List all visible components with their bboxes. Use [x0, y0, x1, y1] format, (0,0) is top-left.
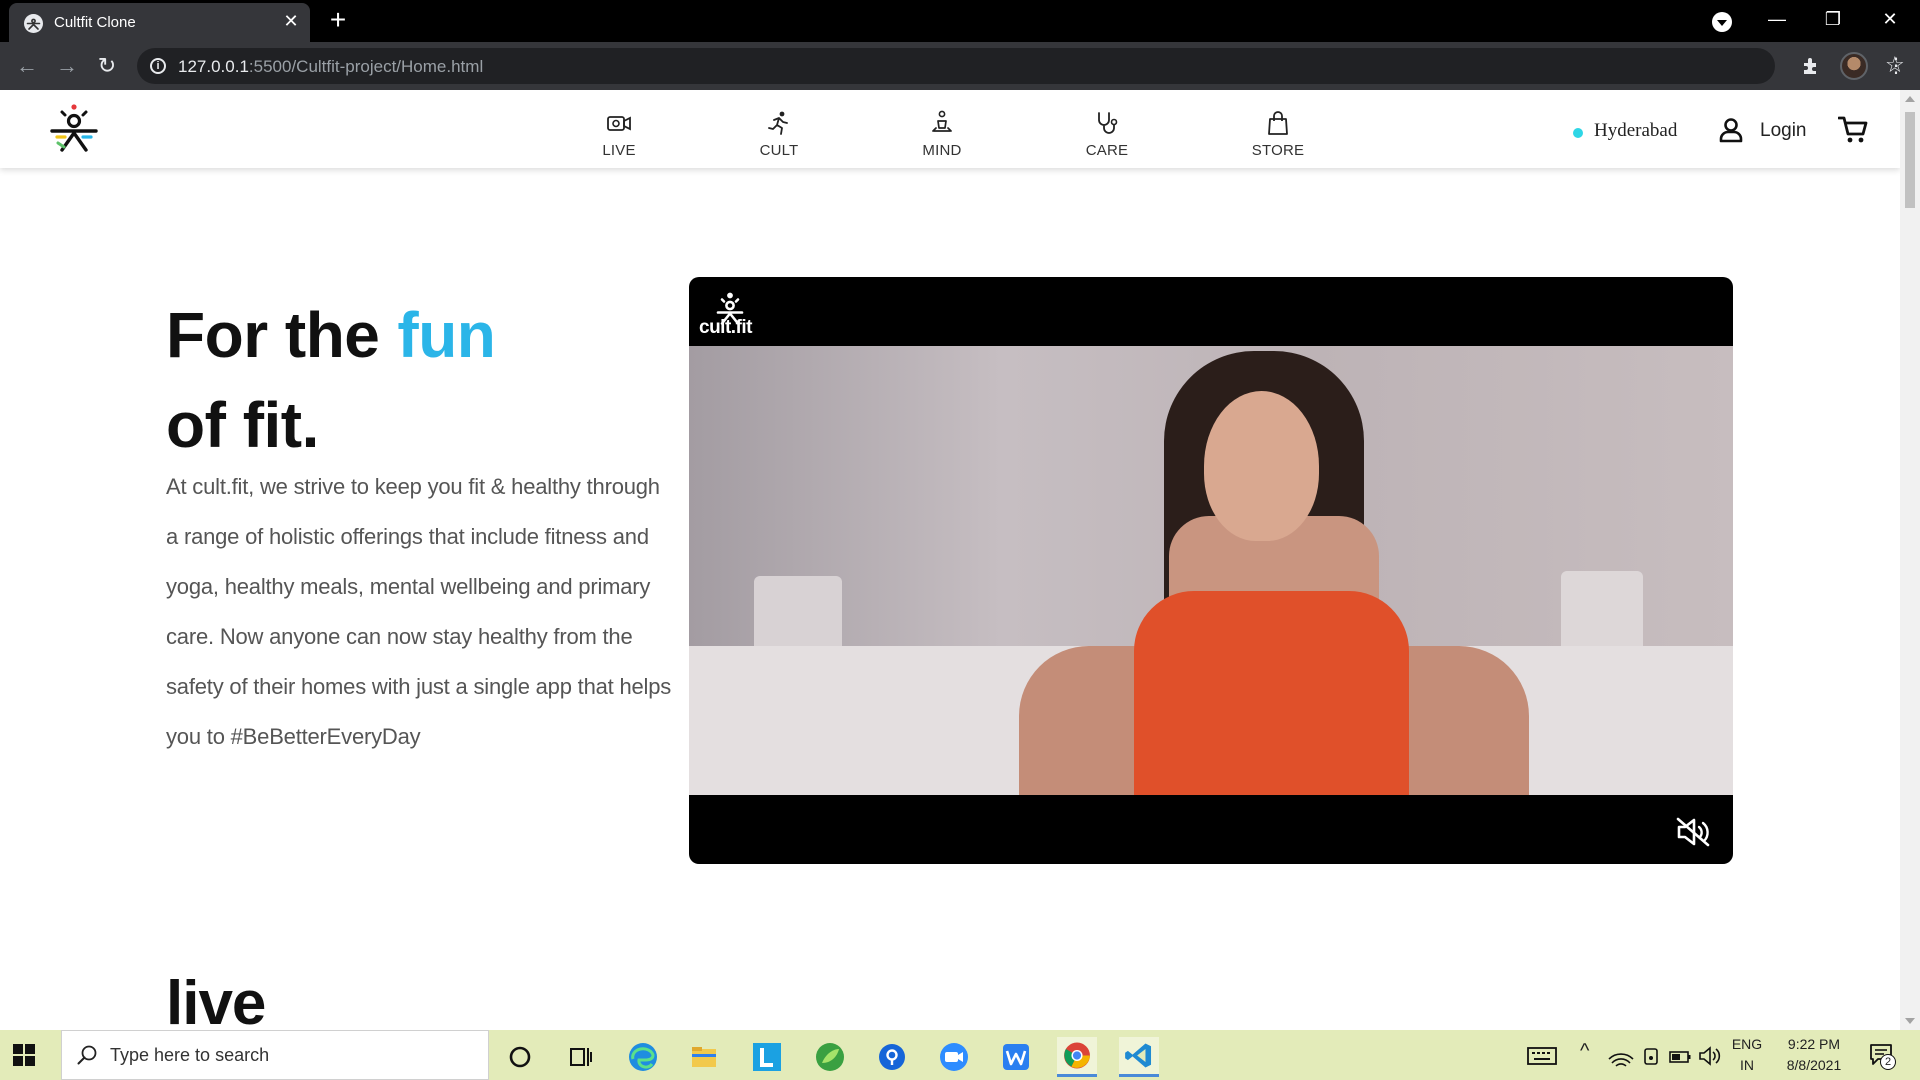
- hero-title-line2: of fit.: [166, 389, 319, 461]
- page-content: LIVE CULT MIND CARE STORE Hyderabad Logi…: [0, 90, 1900, 1030]
- cart-icon[interactable]: [1838, 116, 1868, 144]
- nav-care[interactable]: CARE: [1062, 110, 1152, 159]
- site-header: LIVE CULT MIND CARE STORE Hyderabad Logi…: [0, 90, 1900, 168]
- reload-icon[interactable]: ↻: [93, 52, 121, 80]
- url-text: 127.0.0.1:5500/Cultfit-project/Home.html: [178, 57, 484, 76]
- muted-speaker-icon[interactable]: [1675, 816, 1711, 848]
- browser-tab[interactable]: Cultfit Clone ✕: [9, 3, 310, 42]
- live-section-title: live: [166, 969, 266, 1030]
- l-app-icon[interactable]: [747, 1037, 787, 1077]
- browser-toolbar: ← → ↻ i 127.0.0.1:5500/Cultfit-project/H…: [0, 42, 1920, 90]
- leaf-app-icon[interactable]: [810, 1037, 850, 1077]
- nav-live[interactable]: LIVE: [574, 110, 664, 159]
- nav-store[interactable]: STORE: [1233, 110, 1323, 159]
- zoom-app-icon[interactable]: [934, 1037, 974, 1077]
- wifi-icon[interactable]: [1608, 1043, 1634, 1069]
- back-icon[interactable]: ←: [13, 52, 41, 80]
- meditation-icon: [932, 110, 952, 132]
- scroll-up-icon[interactable]: [1905, 96, 1915, 102]
- notification-count-badge: 2: [1880, 1054, 1896, 1070]
- location-dot-icon: [1573, 128, 1583, 138]
- cultfit-logo-icon[interactable]: [48, 102, 100, 158]
- wps-writer-icon[interactable]: [996, 1037, 1036, 1077]
- profile-avatar[interactable]: [1840, 52, 1868, 80]
- user-icon[interactable]: [1718, 117, 1744, 143]
- stethoscope-icon: [1098, 112, 1118, 134]
- taskbar-search-placeholder: Type here to search: [110, 1045, 270, 1065]
- clock-time[interactable]: 9:22 PM: [1776, 1036, 1852, 1052]
- task-view-icon[interactable]: [560, 1037, 600, 1077]
- extensions-icon[interactable]: [1797, 52, 1825, 80]
- hero-description: At cult.fit, we strive to keep you fit &…: [166, 474, 672, 749]
- show-hidden-icons-icon[interactable]: ^: [1580, 1040, 1589, 1063]
- restore-icon[interactable]: ❐: [1810, 4, 1856, 34]
- cultfit-favicon-icon: [24, 14, 43, 33]
- new-tab-icon[interactable]: +: [326, 6, 350, 34]
- video-frame: [689, 346, 1733, 795]
- maps-app-icon[interactable]: [872, 1037, 912, 1077]
- video-person-top: [1134, 591, 1409, 795]
- nav-care-label: CARE: [1085, 142, 1129, 159]
- clock-date[interactable]: 8/8/2021: [1776, 1057, 1852, 1073]
- minimize-icon[interactable]: —: [1754, 4, 1800, 34]
- cortana-icon[interactable]: [500, 1037, 540, 1077]
- nav-cult-label: CULT: [759, 142, 799, 159]
- address-bar[interactable]: i 127.0.0.1:5500/Cultfit-project/Home.ht…: [137, 48, 1905, 84]
- running-person-icon: [768, 111, 788, 135]
- shopping-bag-icon: [1268, 111, 1288, 135]
- nav-live-label: LIVE: [602, 142, 636, 159]
- tab-title: Cultfit Clone: [54, 14, 136, 31]
- tab-search-icon[interactable]: [1712, 12, 1732, 32]
- windows-start-icon[interactable]: [13, 1044, 35, 1066]
- video-logo-text: cult.fit: [699, 317, 753, 338]
- language-top[interactable]: ENG: [1730, 1036, 1764, 1052]
- edge-browser-icon[interactable]: [623, 1037, 663, 1077]
- nav-cult[interactable]: CULT: [734, 110, 824, 159]
- video-person-arm-right: [1389, 646, 1529, 795]
- volume-icon[interactable]: [1696, 1043, 1722, 1069]
- taskbar-search[interactable]: Type here to search: [61, 1030, 489, 1080]
- nav-mind-label: MIND: [922, 142, 962, 159]
- keyboard-icon[interactable]: [1526, 1041, 1558, 1071]
- hero-title-accent: fun: [397, 299, 496, 371]
- browser-menu-icon[interactable]: ⋮: [1882, 52, 1910, 80]
- page-scrollbar[interactable]: [1900, 90, 1920, 1030]
- language-bottom[interactable]: IN: [1730, 1057, 1764, 1073]
- browser-titlebar: Cultfit Clone ✕ + — ❐ ✕: [0, 0, 1920, 42]
- vscode-icon[interactable]: [1119, 1037, 1159, 1077]
- device-icon[interactable]: [1638, 1043, 1664, 1069]
- video-camera-icon: [607, 116, 631, 131]
- search-icon: [77, 1045, 97, 1065]
- nav-mind[interactable]: MIND: [897, 110, 987, 159]
- nav-store-label: STORE: [1251, 142, 1305, 159]
- chrome-browser-icon[interactable]: [1057, 1037, 1097, 1077]
- forward-icon[interactable]: →: [53, 52, 81, 80]
- scroll-thumb[interactable]: [1905, 112, 1915, 208]
- city-selector[interactable]: Hyderabad: [1594, 120, 1677, 142]
- close-window-icon[interactable]: ✕: [1867, 4, 1913, 34]
- hero-title-line1: For the: [166, 299, 380, 371]
- hero-title: For the fun of fit.: [166, 290, 496, 470]
- video-person-face: [1204, 391, 1319, 541]
- close-tab-icon[interactable]: ✕: [281, 11, 301, 31]
- file-explorer-icon[interactable]: [684, 1037, 724, 1077]
- battery-icon[interactable]: [1667, 1043, 1693, 1069]
- site-info-icon[interactable]: i: [150, 58, 166, 74]
- promo-video[interactable]: cult.fit: [689, 277, 1733, 864]
- login-link[interactable]: Login: [1760, 120, 1807, 142]
- scroll-down-icon[interactable]: [1905, 1018, 1915, 1024]
- windows-taskbar: Type here to search ^ ENG IN 9:22 PM 8/8…: [0, 1030, 1920, 1080]
